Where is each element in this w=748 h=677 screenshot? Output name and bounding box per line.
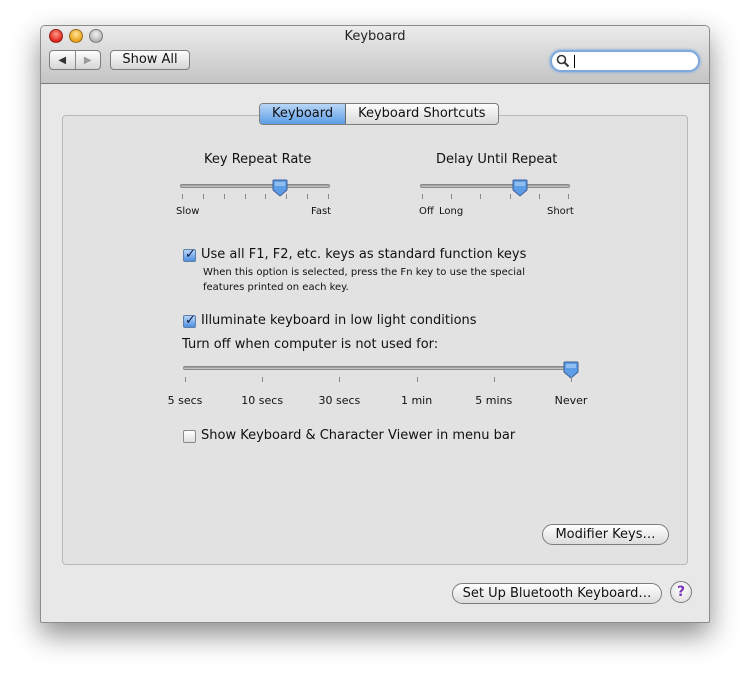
back-arrow-icon: ◀ — [58, 54, 67, 66]
function-keys-help-line-1: When this option is selected, press the … — [203, 267, 525, 278]
forward-arrow-icon: ▶ — [83, 54, 92, 66]
slider-tick — [328, 194, 329, 199]
turn-off-tick-label: Never — [554, 394, 588, 407]
keyboard-preferences-window: Keyboard ◀ ▶ Show All Keyboard Keyboard … — [40, 25, 710, 623]
turn-off-tick-label: 30 secs — [318, 394, 361, 407]
slider-tick — [571, 377, 572, 382]
delay-long-label: Long — [439, 206, 464, 217]
key-repeat-slow-label: Slow — [176, 206, 200, 217]
key-repeat-fast-label: Fast — [311, 206, 332, 217]
turn-off-track — [183, 366, 573, 370]
checkmark-icon: ✓ — [185, 247, 196, 262]
turn-off-tick-label: 5 secs — [167, 394, 203, 407]
delay-short-label: Short — [547, 206, 574, 217]
function-keys-label[interactable]: Use all F1, F2, etc. keys as standard fu… — [201, 247, 526, 262]
key-repeat-rate-title: Key Repeat Rate — [204, 152, 312, 167]
show-all-button[interactable]: Show All — [110, 50, 190, 70]
checkmark-icon: ✓ — [185, 313, 196, 328]
slider-tick — [185, 377, 186, 382]
turn-off-tick-label: 10 secs — [241, 394, 284, 407]
slider-tick — [480, 194, 482, 199]
slider-tick — [223, 194, 225, 199]
modifier-keys-button[interactable]: Modifier Keys… — [542, 524, 669, 545]
window-title: Keyboard — [344, 29, 406, 44]
function-keys-checkbox[interactable]: ✓ — [183, 247, 196, 262]
help-button[interactable]: ? — [670, 581, 692, 603]
slider-tick — [265, 194, 267, 199]
keyboard-viewer-checkbox[interactable] — [183, 430, 196, 443]
illuminate-keyboard-label[interactable]: Illuminate keyboard in low light conditi… — [201, 313, 477, 328]
slider-tick — [339, 377, 341, 382]
tab-bar: Keyboard Keyboard Shortcuts — [259, 103, 499, 125]
slider-tick — [451, 194, 453, 199]
function-keys-help-line-2: features printed on each key. — [203, 282, 349, 293]
search-icon — [556, 54, 570, 68]
key-repeat-rate-track — [180, 184, 330, 188]
help-icon: ? — [676, 584, 686, 600]
slider-tick — [493, 377, 495, 382]
tab-keyboard-shortcuts[interactable]: Keyboard Shortcuts — [346, 104, 497, 124]
delay-until-repeat-slider-thumb[interactable] — [512, 179, 528, 197]
delay-until-repeat-track — [420, 184, 570, 188]
set-up-bluetooth-keyboard-button[interactable]: Set Up Bluetooth Keyboard… — [452, 583, 662, 604]
turn-off-tick-label: 5 mins — [475, 394, 513, 407]
back-button[interactable]: ◀ — [50, 51, 76, 69]
slider-tick — [422, 194, 423, 199]
turn-off-label: Turn off when computer is not used for: — [182, 337, 439, 352]
delay-until-repeat-title: Delay Until Repeat — [436, 152, 558, 167]
keyboard-viewer-label[interactable]: Show Keyboard & Character Viewer in menu… — [201, 428, 515, 443]
slider-tick — [202, 194, 204, 199]
slider-tick — [509, 194, 511, 199]
slider-tick — [538, 194, 540, 199]
slider-tick — [262, 377, 264, 382]
slider-tick — [307, 194, 309, 199]
delay-off-label: Off — [419, 206, 434, 217]
search-field[interactable] — [550, 50, 700, 72]
search-input[interactable] — [572, 53, 692, 69]
forward-button[interactable]: ▶ — [76, 51, 101, 69]
slider-tick — [568, 194, 569, 199]
illuminate-keyboard-checkbox[interactable]: ✓ — [183, 313, 196, 328]
slider-tick — [244, 194, 246, 199]
title-bar: Keyboard ◀ ▶ Show All — [41, 26, 709, 84]
turn-off-tick-label: 1 min — [400, 394, 433, 407]
tab-keyboard[interactable]: Keyboard — [260, 104, 347, 124]
navigation-buttons: ◀ ▶ — [49, 50, 101, 70]
slider-tick — [286, 194, 288, 199]
slider-tick — [416, 377, 418, 382]
slider-tick — [182, 194, 183, 199]
